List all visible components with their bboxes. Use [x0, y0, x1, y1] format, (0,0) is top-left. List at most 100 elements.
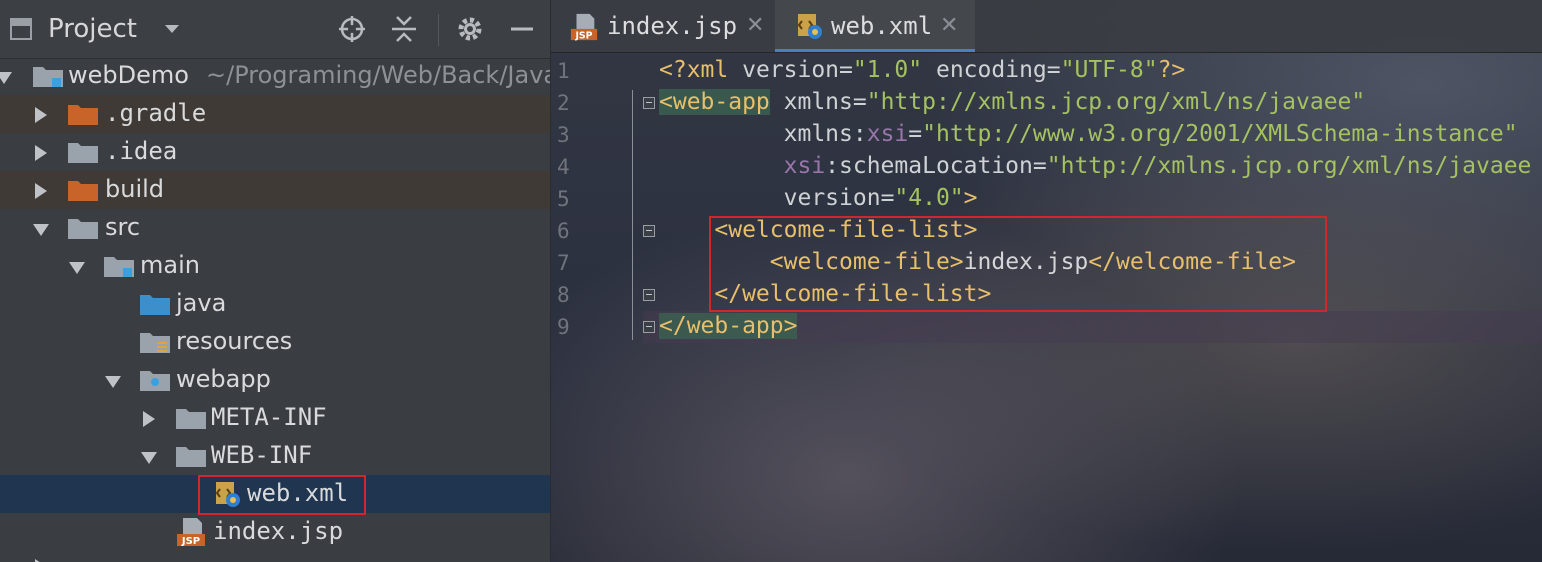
tree-item-resources[interactable]: resources	[0, 323, 550, 361]
jsp-file-icon: JSP	[570, 13, 598, 41]
tree-item-meta-inf[interactable]: META-INF	[0, 399, 550, 437]
chevron-down-icon[interactable]	[165, 25, 179, 33]
code-line-2[interactable]: <web-app xmlns="http://xmlns.jcp.org/xml…	[659, 89, 1365, 121]
tab-label: web.xml	[831, 12, 933, 40]
chevron-down-icon[interactable]	[105, 376, 121, 388]
xml-web-file-icon	[797, 14, 822, 39]
chevron-right-icon[interactable]	[35, 107, 47, 123]
line-number: 7	[557, 251, 570, 275]
annotation-box	[198, 475, 366, 515]
gear-icon[interactable]	[455, 14, 485, 44]
code-token: version	[783, 185, 881, 211]
fold-guide	[632, 90, 633, 340]
code-token: <?xml	[659, 57, 729, 83]
fold-marker-icon[interactable]	[643, 225, 655, 237]
code-token: =	[839, 57, 853, 83]
code-token: "UTF-8"	[1060, 57, 1158, 83]
fold-marker-icon[interactable]	[643, 97, 655, 109]
code-token: =	[852, 89, 867, 115]
code-token: xmlns:	[783, 121, 867, 147]
tree-item-java[interactable]: java	[0, 285, 550, 323]
locate-file-icon[interactable]	[337, 14, 367, 44]
project-view-selector[interactable]: Project	[48, 14, 137, 44]
line-number: 4	[557, 155, 570, 179]
tree-item-label: WEB-INF	[211, 441, 313, 469]
folder-icon	[176, 447, 206, 467]
tree-item-webdemo[interactable]: webDemo ~/Programing/Web/Back/Java	[0, 57, 550, 95]
code-token: =	[880, 185, 895, 211]
line-number: 9	[557, 315, 570, 339]
annotation-box	[709, 216, 1327, 312]
tree-item-label: webDemo	[68, 61, 189, 89]
tab-index-jsp[interactable]: JSP index.jsp ✕	[551, 0, 775, 52]
code-token: =	[1046, 57, 1061, 83]
jsp-file-icon: JSP	[177, 518, 205, 547]
editor: JSP index.jsp ✕ web.xml ✕ 1 2 3 4 5 6 7 …	[551, 0, 1542, 562]
collapse-all-icon[interactable]	[389, 14, 419, 44]
svg-text:JSP: JSP	[574, 30, 592, 41]
chevron-down-icon[interactable]	[141, 452, 157, 464]
folder-icon	[176, 409, 206, 429]
web-folder-icon	[140, 371, 170, 391]
code-line-4[interactable]: xsi:schemaLocation="http://xmlns.jcp.org…	[659, 153, 1532, 185]
tree-item-web-inf[interactable]: WEB-INF	[0, 437, 550, 475]
tree-item-label: webapp	[176, 365, 271, 393]
tree-item-label: build	[105, 175, 165, 203]
tree-item-gradle[interactable]: .gradle	[0, 95, 550, 133]
code-line-9[interactable]: </web-app>	[659, 313, 798, 345]
chevron-right-icon[interactable]	[35, 145, 47, 161]
code-line-1[interactable]: <?xml version="1.0" encoding="UTF-8"?>	[659, 57, 1185, 89]
project-view-icon[interactable]	[10, 18, 32, 40]
tree-item-label: .idea	[105, 137, 178, 165]
tree-item-label: index.jsp	[213, 517, 344, 545]
folder-icon	[68, 219, 98, 239]
code-token: =	[908, 121, 923, 147]
code-line-5[interactable]: version="4.0">	[659, 185, 978, 217]
resources-folder-icon	[140, 333, 170, 353]
chevron-down-icon[interactable]	[69, 262, 85, 274]
project-panel: Project webDemo ~/Programing/Web/Back/Ja…	[0, 0, 551, 562]
chevron-down-icon[interactable]	[33, 224, 49, 236]
fold-marker-icon[interactable]	[643, 321, 655, 333]
code-token: >	[963, 185, 978, 211]
tree-item-partial	[0, 551, 550, 562]
close-icon[interactable]: ✕	[746, 13, 764, 38]
code-token: "http://www.w3.org/2001/XMLSchema-instan…	[922, 121, 1518, 147]
code-token: version	[728, 57, 840, 83]
line-number: 2	[557, 91, 570, 115]
header-divider	[438, 14, 439, 46]
chevron-right-icon[interactable]	[143, 411, 155, 427]
tree-item-path: ~/Programing/Web/Back/Java	[206, 61, 551, 89]
code-token: "http://xmlns.jcp.org/xml/ns/javaee	[1046, 153, 1532, 179]
tree-item-src[interactable]: src	[0, 209, 550, 247]
tree-item-label: resources	[176, 327, 293, 355]
line-number: 1	[557, 59, 570, 83]
svg-text:JSP: JSP	[181, 536, 200, 547]
hide-panel-icon[interactable]	[507, 14, 537, 44]
tree-item-webapp[interactable]: webapp	[0, 361, 550, 399]
tree-item-build[interactable]: build	[0, 171, 550, 209]
code-token: </web-app>	[659, 313, 798, 339]
code-line-3[interactable]: xmlns:xsi="http://www.w3.org/2001/XMLSch…	[659, 121, 1518, 153]
code-token: <web-app	[659, 89, 770, 115]
code-token: xsi	[783, 153, 826, 179]
tree-item-index-jsp[interactable]: JSP index.jsp	[0, 513, 550, 551]
line-number: 3	[557, 123, 570, 147]
chevron-down-icon[interactable]	[0, 72, 12, 84]
code-token: "1.0"	[852, 57, 923, 83]
source-folder-blue-icon	[140, 295, 170, 315]
code-token: xmlns	[769, 89, 853, 115]
chevron-right-icon[interactable]	[35, 183, 47, 199]
fold-marker-icon[interactable]	[643, 289, 655, 301]
tree-item-idea[interactable]: .idea	[0, 133, 550, 171]
tree-item-main[interactable]: main	[0, 247, 550, 285]
tree-item-label: META-INF	[211, 403, 327, 431]
tab-web-xml[interactable]: web.xml ✕	[775, 0, 975, 52]
code-token: "http://xmlns.jcp.org/xml/ns/javaee"	[866, 89, 1366, 115]
editor-tab-bar: JSP index.jsp ✕ web.xml ✕	[551, 0, 1542, 53]
tree-item-label: java	[176, 289, 227, 317]
close-icon[interactable]: ✕	[940, 13, 958, 38]
code-token: encoding	[922, 57, 1047, 83]
